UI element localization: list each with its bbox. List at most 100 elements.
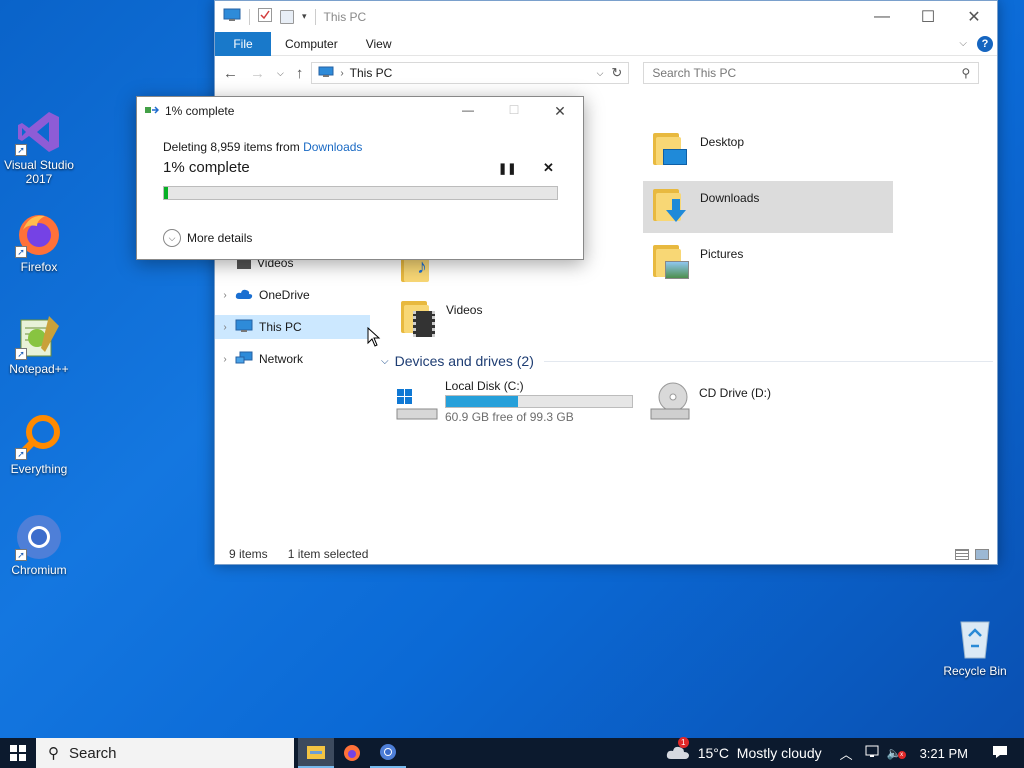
ribbon-tabs: File Computer View ⌵ ? xyxy=(215,31,997,56)
title-bar: ▾ This PC — ☐ ✕ xyxy=(215,1,997,32)
details-view-icon[interactable] xyxy=(955,548,969,560)
pause-icon[interactable]: ❚❚ xyxy=(498,162,516,175)
search-box[interactable]: Search This PC ⚲ xyxy=(643,62,980,84)
desktop-icon-chromium[interactable]: ➚ Chromium xyxy=(1,513,77,577)
folder-label: Downloads xyxy=(700,191,760,205)
desktop-icon-label: Chromium xyxy=(11,563,67,577)
shortcut-arrow-icon: ➚ xyxy=(15,348,27,360)
pictures-folder-icon xyxy=(653,241,689,279)
weather-widget[interactable]: 1 15°C Mostly cloudy xyxy=(666,736,822,763)
cancel-icon[interactable]: ✕ xyxy=(543,160,554,176)
address-bar-row: ← → ⌵ ↑ › This PC ⌵ ↻ Search This PC ⚲ xyxy=(215,56,997,90)
drive-tile-c[interactable]: Local Disk (C:) 60.9 GB free of 99.3 GB xyxy=(391,375,641,425)
network-tray-icon[interactable] xyxy=(865,745,881,762)
tab-computer[interactable]: Computer xyxy=(271,32,352,56)
maximize-button[interactable]: ☐ xyxy=(491,103,537,120)
computer-icon xyxy=(318,66,334,81)
address-bar[interactable]: › This PC ⌵ ↻ xyxy=(311,62,630,84)
taskbar-firefox[interactable] xyxy=(334,738,370,768)
taskbar-file-explorer[interactable] xyxy=(298,738,334,768)
nav-label: OneDrive xyxy=(259,288,310,302)
source-folder-link[interactable]: Downloads xyxy=(303,140,362,154)
start-button[interactable] xyxy=(0,738,36,768)
desktop-icon-label: Visual Studio xyxy=(4,158,74,172)
dialog-title: 1% complete xyxy=(165,104,235,118)
taskbar-chromium[interactable] xyxy=(370,738,406,768)
up-arrow-icon[interactable]: ↑ xyxy=(296,65,304,82)
drive-usage-bar xyxy=(445,395,633,408)
more-details-toggle[interactable]: ⌵ More details xyxy=(163,229,252,247)
nav-item-network[interactable]: › Network xyxy=(215,347,370,371)
clock[interactable]: 3:21 PM xyxy=(920,746,968,761)
music-folder-partial[interactable]: ♪ xyxy=(397,250,437,284)
navigation-pane: Videos › OneDrive › This PC › Network xyxy=(215,251,375,381)
minimize-button[interactable]: — xyxy=(445,103,491,120)
file-explorer-icon xyxy=(307,746,325,759)
new-folder-icon[interactable] xyxy=(280,9,294,24)
percent-complete-text: 1% complete xyxy=(163,159,250,176)
desktop-icon-visual-studio[interactable]: ➚ Visual Studio 2017 xyxy=(1,108,77,186)
back-arrow-icon[interactable]: ← xyxy=(223,65,238,82)
folder-tile-videos[interactable]: Videos xyxy=(389,293,589,341)
customize-toolbar-icon[interactable]: ▾ xyxy=(302,11,307,22)
show-hidden-icons-chevron-icon[interactable]: ︿ xyxy=(840,744,853,763)
expand-ribbon-icon[interactable]: ⌵ xyxy=(959,38,967,49)
folder-tile-downloads[interactable]: Downloads xyxy=(643,181,893,233)
collapse-chevron-icon[interactable]: ⌵ xyxy=(381,356,389,367)
large-icons-view-icon[interactable] xyxy=(975,548,989,560)
weather-text: 15°C Mostly cloudy xyxy=(697,745,822,761)
computer-icon xyxy=(223,8,241,25)
cd-drive-icon xyxy=(647,381,693,424)
properties-icon[interactable] xyxy=(258,8,272,25)
tab-file[interactable]: File xyxy=(215,31,271,56)
notifications-icon[interactable] xyxy=(992,745,1008,762)
taskbar-search-box[interactable]: ⚲ Search xyxy=(36,738,294,768)
shortcut-arrow-icon: ➚ xyxy=(15,549,27,561)
nav-item-onedrive[interactable]: › OneDrive xyxy=(215,283,370,307)
desktop-folder-icon xyxy=(653,129,687,165)
expand-chevron-icon[interactable]: › xyxy=(215,290,235,301)
deleting-status-text: Deleting 8,959 items from xyxy=(163,140,304,154)
nav-label: Network xyxy=(259,352,304,366)
desktop-icon-label: Everything xyxy=(10,462,68,476)
status-bar: 9 items 1 item selected xyxy=(215,544,997,564)
folder-tile-pictures[interactable]: Pictures xyxy=(643,237,893,289)
desktop-icon-label: Firefox xyxy=(20,260,58,274)
address-dropdown-icon[interactable]: ⌵ xyxy=(597,68,604,79)
desktop-icon-firefox[interactable]: ➚ Firefox xyxy=(1,210,77,274)
expand-chevron-icon[interactable]: › xyxy=(215,322,235,333)
breadcrumb-separator-icon: › xyxy=(340,67,344,79)
dialog-title-bar: 1% complete — ☐ ✕ xyxy=(137,97,583,125)
quick-access-toolbar: ▾ This PC xyxy=(215,8,366,25)
search-input[interactable]: Search This PC xyxy=(652,66,736,80)
tab-view[interactable]: View xyxy=(352,32,406,56)
expand-chevron-icon[interactable]: › xyxy=(215,354,235,365)
breadcrumb[interactable]: This PC xyxy=(350,66,393,80)
delete-progress-dialog: 1% complete — ☐ ✕ Deleting 8,959 items f… xyxy=(136,96,584,260)
desktop-icon-everything[interactable]: ➚ Everything xyxy=(1,412,77,476)
desktop-icon-notepad-plus-plus[interactable]: ➚ Notepad++ xyxy=(1,312,77,376)
taskbar: ⚲ Search 1 15°C Mostly cloudy ︿ 🔈 x 3:21 … xyxy=(0,736,1024,768)
volume-muted-icon[interactable]: 🔈 x xyxy=(887,746,906,760)
group-header: Devices and drives (2) xyxy=(394,353,534,369)
minimize-button[interactable]: — xyxy=(859,1,905,32)
drive-name: Local Disk (C:) xyxy=(445,379,524,393)
refresh-icon[interactable]: ↻ xyxy=(611,65,622,81)
desktop-icon-recycle-bin[interactable]: Recycle Bin xyxy=(937,614,1013,678)
search-icon: ⚲ xyxy=(48,745,59,762)
folder-label: Desktop xyxy=(700,135,745,149)
folder-label: Pictures xyxy=(700,247,744,261)
drive-tile-d[interactable]: CD Drive (D:) xyxy=(645,375,895,425)
maximize-button[interactable]: ☐ xyxy=(905,1,951,32)
nav-item-this-pc[interactable]: › This PC xyxy=(215,315,370,339)
folder-tile-desktop[interactable]: Desktop xyxy=(643,125,893,177)
chromium-icon: ➚ xyxy=(15,513,63,561)
forward-arrow-icon[interactable]: → xyxy=(250,65,265,82)
drive-name: CD Drive (D:) xyxy=(699,386,771,400)
recent-locations-chevron-icon[interactable]: ⌵ xyxy=(277,68,284,79)
devices-and-drives-header[interactable]: ⌵ Devices and drives (2) xyxy=(381,351,993,371)
help-icon[interactable]: ? xyxy=(977,35,993,52)
close-button[interactable]: ✕ xyxy=(537,103,583,120)
notepad-plus-plus-icon: ➚ xyxy=(15,312,63,360)
close-button[interactable]: ✕ xyxy=(951,1,997,32)
